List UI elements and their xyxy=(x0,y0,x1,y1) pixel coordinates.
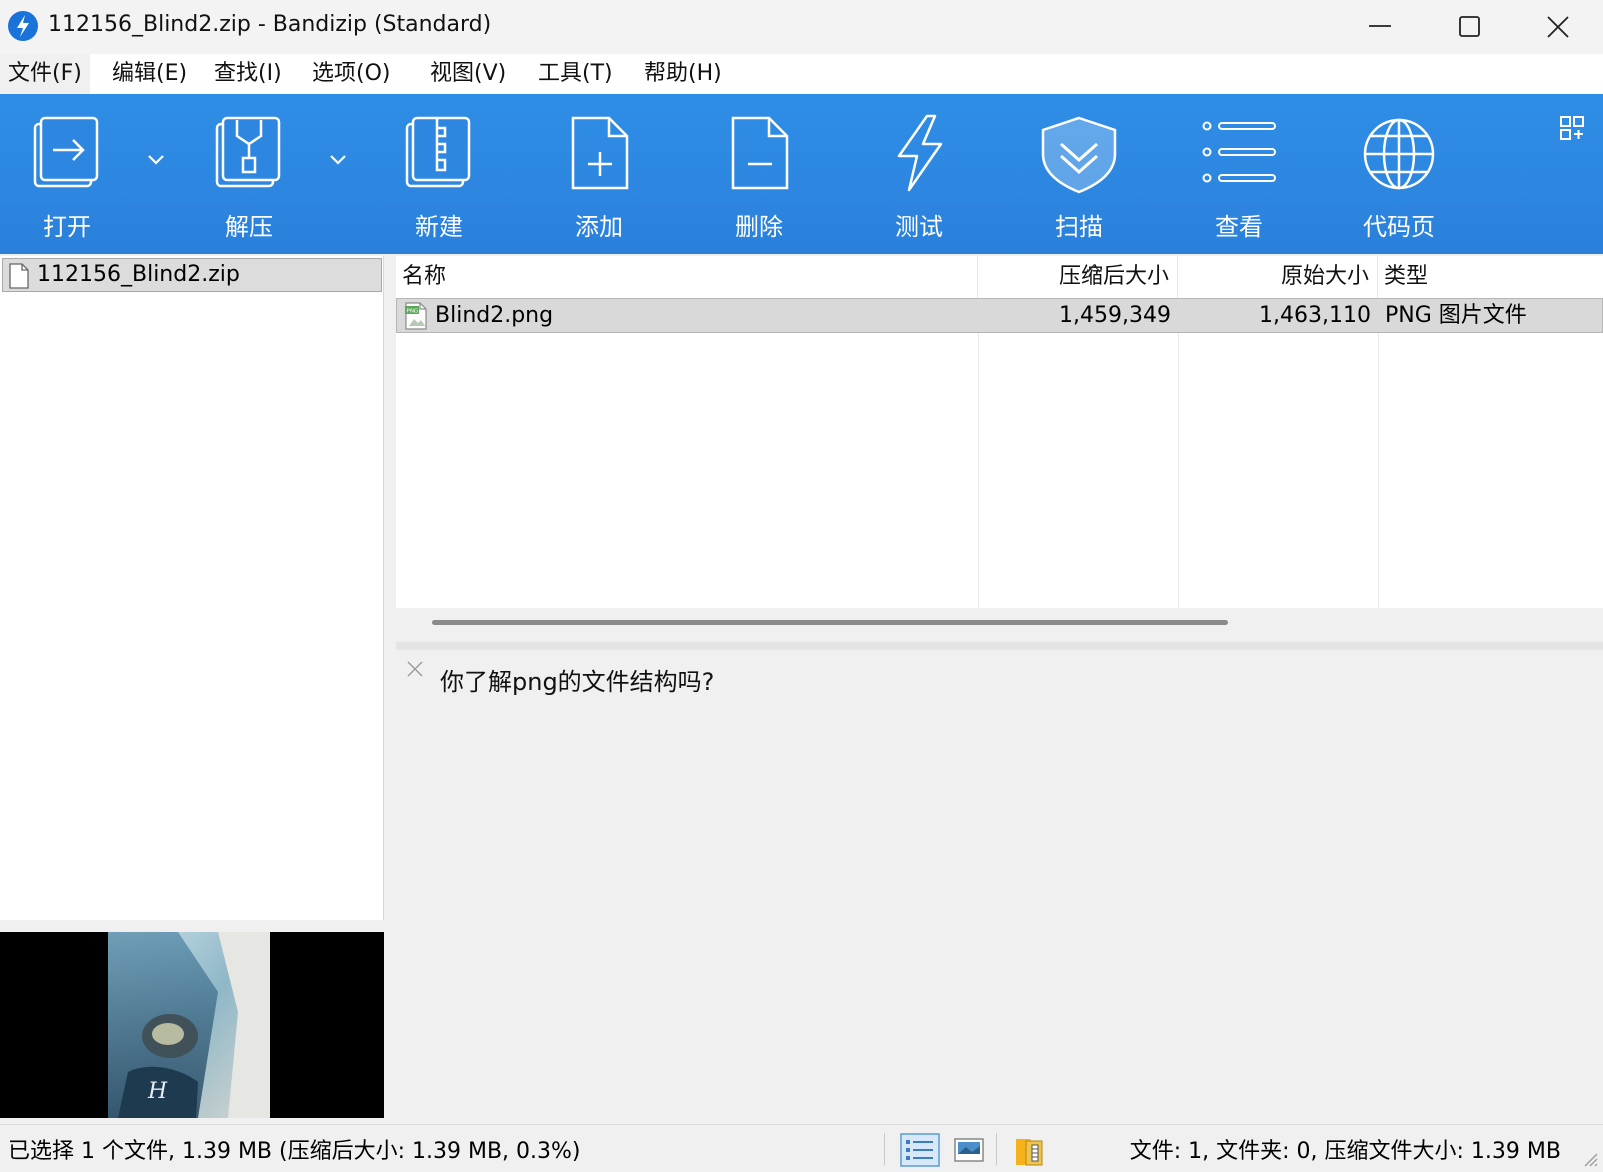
codepage-label: 代码页 xyxy=(1363,213,1435,241)
menu-help[interactable]: 帮助(H) xyxy=(636,54,730,94)
chevron-down-icon[interactable] xyxy=(326,148,350,172)
scan-label: 扫描 xyxy=(1055,213,1103,241)
table-row[interactable]: PNG Blind2.png 1,459,349 1,463,110 PNG 图… xyxy=(396,298,1603,333)
menu-file[interactable]: 文件(F) xyxy=(0,54,90,94)
chevron-down-icon[interactable] xyxy=(144,148,168,172)
file-icon xyxy=(9,263,29,289)
open-label: 打开 xyxy=(43,213,91,241)
delete-label: 删除 xyxy=(735,213,783,241)
file-compressed-size: 1,459,349 xyxy=(1059,303,1171,328)
lightning-icon xyxy=(897,114,943,192)
menu-bar: 文件(F) 编辑(E) 查找(I) 选项(O) 视图(V) 工具(T) 帮助(H… xyxy=(0,54,1603,94)
tree-item-archive[interactable]: 112156_Blind2.zip xyxy=(2,258,382,292)
status-separator xyxy=(996,1133,997,1165)
add-label: 添加 xyxy=(575,213,623,241)
extract-button[interactable]: 解压 xyxy=(174,94,324,254)
close-icon xyxy=(1547,16,1569,38)
column-header-type[interactable]: 类型 xyxy=(1378,256,1603,298)
new-zip-icon xyxy=(405,116,471,188)
minimize-icon xyxy=(1369,25,1391,27)
title-bar: 112156_Blind2.zip - Bandizip (Standard) xyxy=(0,0,1603,54)
png-icon-label: PNG xyxy=(407,309,419,315)
minimize-button[interactable] xyxy=(1335,0,1425,54)
thumbnail-view-icon[interactable] xyxy=(952,1133,986,1167)
toolbar: 打开 解压 新建 添加 删除 测试 扫描 查看 代码页 xyxy=(0,94,1603,254)
file-type: PNG 图片文件 xyxy=(1385,303,1527,328)
column-header-original[interactable]: 原始大小 xyxy=(1178,256,1378,298)
scrollbar-thumb[interactable] xyxy=(432,620,1228,625)
horizontal-scrollbar[interactable] xyxy=(396,608,1603,642)
bandizip-logo-icon xyxy=(8,11,38,41)
extract-label: 解压 xyxy=(225,213,273,241)
preview-handwriting: H xyxy=(147,1079,168,1104)
file-original-size: 1,463,110 xyxy=(1259,303,1371,328)
column-header-compressed[interactable]: 压缩后大小 xyxy=(978,256,1178,298)
window-title: 112156_Blind2.zip - Bandizip (Standard) xyxy=(48,12,492,37)
selection-status: 已选择 1 个文件, 1.39 MB (压缩后大小: 1.39 MB, 0.3%… xyxy=(8,1139,581,1164)
add-button[interactable]: 添加 xyxy=(524,94,674,254)
archive-comment: 你了解png的文件结构吗? xyxy=(440,668,715,696)
open-button[interactable]: 打开 xyxy=(0,94,142,254)
status-separator xyxy=(884,1133,885,1165)
codepage-button[interactable]: 代码页 xyxy=(1324,94,1474,254)
delete-button[interactable]: 删除 xyxy=(684,94,834,254)
scan-button[interactable]: 扫描 xyxy=(1004,94,1154,254)
test-button[interactable]: 测试 xyxy=(844,94,994,254)
maximize-icon xyxy=(1459,16,1480,37)
new-button[interactable]: 新建 xyxy=(364,94,514,254)
add-file-icon xyxy=(571,116,629,190)
view-label: 查看 xyxy=(1215,213,1263,241)
maximize-button[interactable] xyxy=(1425,0,1515,54)
status-bar: 已选择 1 个文件, 1.39 MB (压缩后大小: 1.39 MB, 0.3%… xyxy=(0,1124,1603,1172)
folder-tree: 112156_Blind2.zip xyxy=(0,256,384,920)
horizontal-splitter[interactable] xyxy=(396,642,1603,650)
menu-view[interactable]: 视图(V) xyxy=(422,54,514,94)
new-label: 新建 xyxy=(415,213,463,241)
menu-find[interactable]: 查找(I) xyxy=(206,54,290,94)
details-view-icon[interactable] xyxy=(900,1133,940,1167)
menu-tools[interactable]: 工具(T) xyxy=(530,54,621,94)
preview-thumbnail: H xyxy=(108,932,270,1118)
file-list: 名称 压缩后大小 原始大小 类型 PNG Blind2.png 1,459,34… xyxy=(396,256,1603,608)
open-arrow-icon xyxy=(33,116,99,188)
close-icon[interactable] xyxy=(406,660,424,678)
tree-item-label: 112156_Blind2.zip xyxy=(37,262,240,287)
test-label: 测试 xyxy=(895,213,943,241)
archive-folder-icon[interactable] xyxy=(1012,1133,1048,1169)
shield-icon xyxy=(1041,116,1117,194)
menu-options[interactable]: 选项(O) xyxy=(304,54,398,94)
view-button[interactable]: 查看 xyxy=(1164,94,1314,254)
column-divider xyxy=(1378,298,1379,608)
image-preview: H xyxy=(0,932,384,1118)
png-file-icon: PNG xyxy=(405,302,427,330)
column-divider xyxy=(978,298,979,608)
delete-file-icon xyxy=(731,116,789,190)
list-icon xyxy=(1202,121,1276,183)
globe-icon xyxy=(1363,118,1435,190)
archive-summary: 文件: 1, 文件夹: 0, 压缩文件大小: 1.39 MB xyxy=(1129,1139,1561,1164)
resize-grip-icon[interactable] xyxy=(1581,1150,1599,1168)
close-button[interactable] xyxy=(1513,0,1603,54)
comment-panel: 你了解png的文件结构吗? xyxy=(396,650,1603,1120)
column-divider xyxy=(1178,298,1179,608)
vertical-splitter[interactable] xyxy=(384,256,396,1120)
menu-edit[interactable]: 编辑(E) xyxy=(104,54,195,94)
column-header-name[interactable]: 名称 xyxy=(396,256,978,298)
extract-zip-icon xyxy=(215,116,281,188)
layout-grid-icon[interactable] xyxy=(1558,114,1586,142)
file-name: Blind2.png xyxy=(435,303,554,328)
